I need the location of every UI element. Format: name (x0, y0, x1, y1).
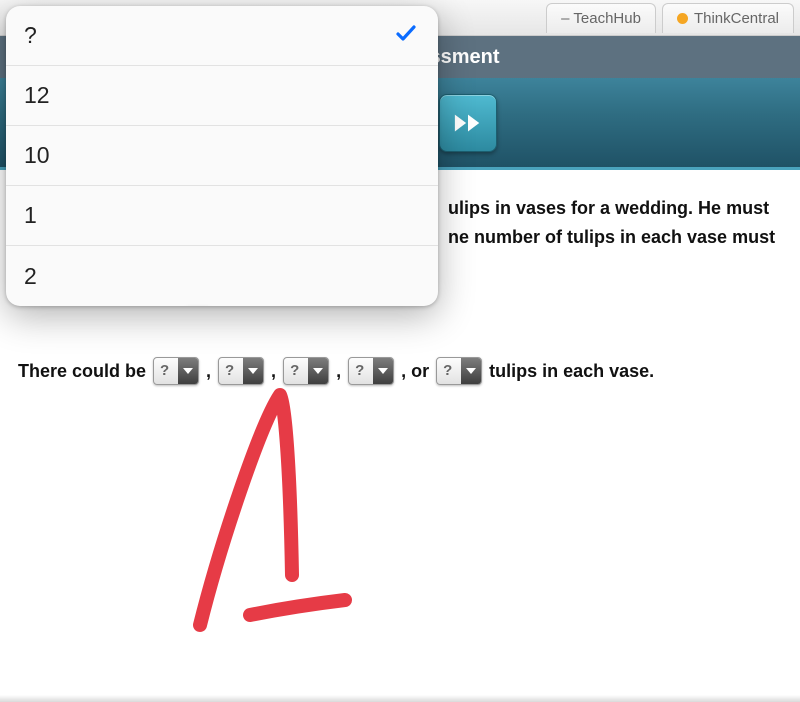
dropdown-option[interactable]: 12 (6, 66, 438, 126)
question-intro-line: ne number of tulips in each vase must (448, 223, 782, 252)
dropdown-option[interactable]: 10 (6, 126, 438, 186)
dropdown-popover: ? 12 10 1 2 (6, 6, 438, 306)
chevron-down-icon (461, 358, 481, 384)
dropdown-value: ? (219, 359, 243, 383)
dropdown-value: ? (154, 359, 178, 383)
option-label: 10 (24, 142, 420, 169)
option-label: 12 (24, 82, 420, 109)
answer-suffix: tulips in each vase. (489, 357, 654, 386)
answer-prefix: There could be (18, 357, 146, 386)
tab-label: ThinkCentral (694, 10, 779, 27)
chevron-down-icon (178, 358, 198, 384)
question-intro-line: ulips in vases for a wedding. He must (448, 194, 782, 223)
dropdown-value: ? (349, 359, 373, 383)
dropdown-option[interactable]: 1 (6, 186, 438, 246)
option-label: 2 (24, 263, 420, 290)
comma: , (271, 357, 276, 386)
answer-dropdown-4[interactable]: ? (348, 357, 394, 385)
dropdown-option[interactable]: ? (6, 6, 438, 66)
tab-label: – TeachHub (561, 10, 641, 27)
answer-sentence: There could be ? , ? , ? , ? , or ? tuli… (18, 357, 782, 386)
fast-forward-button[interactable] (439, 94, 497, 152)
answer-dropdown-5[interactable]: ? (436, 357, 482, 385)
answer-dropdown-2[interactable]: ? (218, 357, 264, 385)
checkmark-icon (394, 21, 420, 51)
option-label: 1 (24, 202, 420, 229)
fast-forward-icon (453, 110, 483, 136)
chevron-down-icon (308, 358, 328, 384)
favicon-dot-icon (677, 13, 688, 24)
chevron-down-icon (373, 358, 393, 384)
tab-thinkcentral[interactable]: ThinkCentral (662, 3, 794, 33)
comma: , (336, 357, 341, 386)
dropdown-value: ? (284, 359, 308, 383)
option-label: ? (24, 22, 394, 49)
bottom-shadow (0, 695, 800, 702)
dropdown-value: ? (437, 359, 461, 383)
answer-dropdown-1[interactable]: ? (153, 357, 199, 385)
comma: , (206, 357, 211, 386)
answer-or: , or (401, 357, 429, 386)
dropdown-option[interactable]: 2 (6, 246, 438, 306)
tab-teachhub[interactable]: – TeachHub (546, 3, 656, 33)
answer-dropdown-3[interactable]: ? (283, 357, 329, 385)
chevron-down-icon (243, 358, 263, 384)
